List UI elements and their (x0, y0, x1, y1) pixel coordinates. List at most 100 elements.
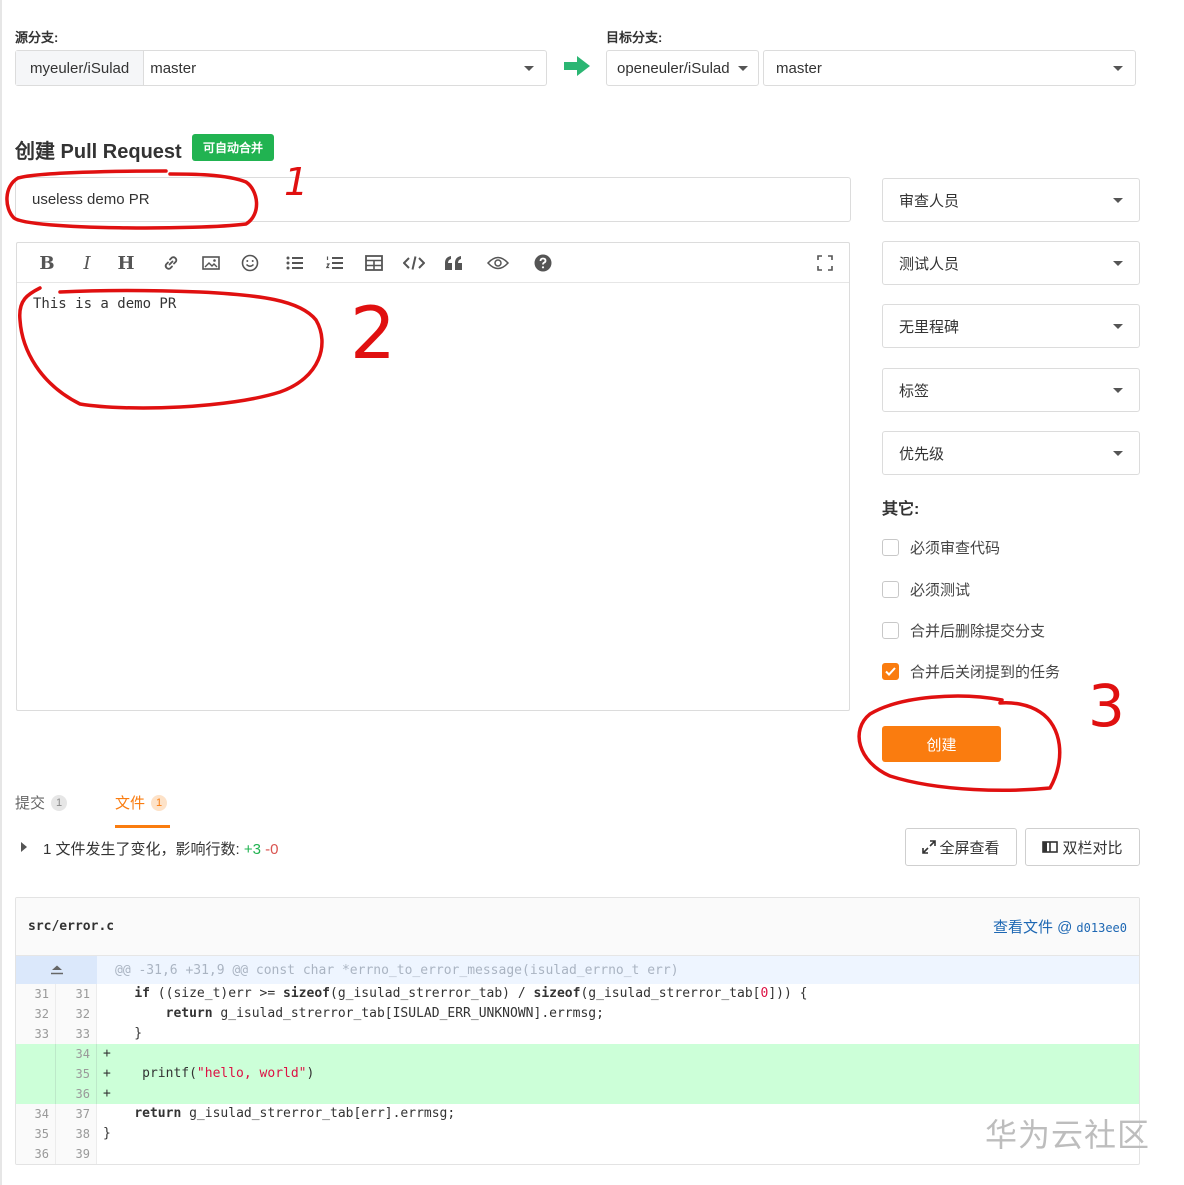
new-line-number[interactable]: 31 (56, 984, 97, 1004)
option-label: 必须审查代码 (910, 540, 1001, 557)
source-repo: myeuler/iSulad (16, 51, 145, 85)
old-line-number[interactable]: 31 (16, 984, 56, 1004)
emoji-icon[interactable] (238, 251, 262, 275)
chevron-down-icon (1113, 197, 1123, 203)
option-close-issues[interactable]: 合并后关闭提到的任务 (882, 661, 1060, 682)
option-label: 必须测试 (910, 582, 971, 599)
diff-lines: 31 31 if ((size_t)err >= sizeof(g_isulad_… (16, 984, 1139, 1164)
old-line-number[interactable] (16, 1084, 56, 1104)
annotation-number-3: 3 (1088, 672, 1125, 740)
check-icon (885, 667, 896, 676)
help-icon[interactable] (531, 251, 555, 275)
active-tab-indicator (115, 825, 170, 828)
diff-row-added: 34 + (16, 1044, 1139, 1064)
heading-icon[interactable]: H (114, 251, 138, 275)
chevron-down-icon (738, 65, 748, 71)
old-line-number[interactable]: 34 (16, 1104, 56, 1124)
pr-title-input[interactable]: useless demo PR (15, 177, 851, 222)
code-icon[interactable] (402, 251, 426, 275)
checkbox[interactable] (882, 581, 899, 598)
old-line-number[interactable]: 35 (16, 1124, 56, 1144)
target-branch-select[interactable]: master (763, 50, 1136, 86)
diff-header: src/error.c 查看文件 @ d013ee0 (16, 898, 1139, 956)
code-line: if ((size_t)err >= sizeof(g_isulad_strer… (134, 986, 808, 1001)
reviewers-select[interactable]: 审查人员 (882, 178, 1140, 222)
chevron-down-icon (524, 65, 534, 71)
diff-row-added: 36 + (16, 1084, 1139, 1104)
italic-icon[interactable]: I (75, 251, 99, 275)
testers-select[interactable]: 测试人员 (882, 241, 1140, 285)
chevron-down-icon (1113, 323, 1123, 329)
target-repo-select[interactable]: openeuler/iSulad (606, 50, 759, 86)
quote-icon[interactable] (442, 251, 466, 275)
new-line-number[interactable]: 37 (56, 1104, 97, 1124)
tab-count: 1 (51, 794, 68, 811)
bold-icon[interactable]: B (35, 251, 59, 275)
target-repo: openeuler/iSulad (617, 59, 730, 77)
new-line-number[interactable]: 34 (56, 1044, 97, 1064)
new-line-number[interactable]: 33 (56, 1024, 97, 1044)
button-label: 双栏对比 (1062, 839, 1123, 857)
summary-text: 1 文件发生了变化，影响行数: (43, 841, 240, 858)
old-line-number[interactable]: 33 (16, 1024, 56, 1044)
code-line: } (103, 1026, 143, 1041)
view-file-link[interactable]: 查看文件 @ d013ee0 (993, 916, 1127, 937)
pr-body-text: This is a demo PR (33, 296, 177, 312)
new-line-number[interactable]: 32 (56, 1004, 97, 1024)
source-branch-label: 源分支: (15, 30, 59, 45)
priority-select[interactable]: 优先级 (882, 431, 1140, 475)
diff-row-added: 35 + printf("hello, world") (16, 1064, 1139, 1084)
checkbox[interactable] (882, 539, 899, 556)
tab-files[interactable]: 文件 1 (115, 792, 168, 813)
option-delete-branch[interactable]: 合并后删除提交分支 (882, 620, 1045, 641)
new-line-number[interactable]: 35 (56, 1064, 97, 1084)
code-line: return g_isulad_strerror_tab[ISULAD_ERR_… (165, 1006, 604, 1021)
watermark: 华为云社区 (985, 1117, 1151, 1153)
new-line-number[interactable]: 36 (56, 1084, 97, 1104)
option-label: 合并后删除提交分支 (910, 623, 1046, 640)
fullscreen-view-button[interactable]: 全屏查看 (905, 828, 1017, 866)
other-options-heading: 其它: (882, 501, 920, 518)
old-line-number[interactable]: 32 (16, 1004, 56, 1024)
create-button[interactable]: 创建 (882, 726, 1001, 762)
option-label: 合并后关闭提到的任务 (910, 664, 1061, 681)
option-require-review[interactable]: 必须审查代码 (882, 537, 1000, 558)
image-icon[interactable] (199, 251, 223, 275)
caret-right-icon[interactable] (21, 842, 27, 852)
diff-row: 34 37 return g_isulad_strerror_tab[err].e… (16, 1104, 1139, 1124)
new-line-number[interactable]: 39 (56, 1144, 97, 1164)
ordered-list-icon[interactable] (323, 251, 347, 275)
link-icon[interactable] (159, 251, 183, 275)
lines-removed: -0 (265, 841, 279, 858)
preview-icon[interactable] (486, 251, 510, 275)
lines-added: +3 (243, 841, 261, 858)
old-line-number[interactable] (16, 1044, 56, 1064)
left-border (0, 0, 2, 1185)
tab-commits[interactable]: 提交 1 (15, 792, 68, 813)
old-line-number[interactable] (16, 1064, 56, 1084)
new-line-number[interactable]: 38 (56, 1124, 97, 1144)
checkbox-checked[interactable] (882, 663, 899, 680)
split-view-button[interactable]: 双栏对比 (1025, 828, 1140, 866)
bullet-list-icon[interactable] (283, 251, 307, 275)
expand-up-icon[interactable] (16, 956, 97, 984)
fullscreen-icon[interactable] (813, 251, 837, 275)
diff-file-name[interactable]: src/error.c (28, 919, 114, 934)
diff-row: 35 38} (16, 1124, 1139, 1144)
chevron-down-icon (1113, 65, 1123, 71)
diff-hunk-header: @@ -31,6 +31,9 @@ const char *errno_to_e… (16, 956, 1139, 984)
source-branch-select[interactable]: myeuler/iSulad master (15, 50, 547, 86)
reviewers-label: 审查人员 (899, 192, 960, 210)
source-branch-value: master (150, 59, 197, 77)
diff-row: 32 32 return g_isulad_strerror_tab[ISULAD… (16, 1004, 1139, 1024)
code-line: + printf("hello, world") (103, 1066, 315, 1081)
old-line-number[interactable]: 36 (16, 1144, 56, 1164)
labels-select[interactable]: 标签 (882, 368, 1140, 412)
code-line: + (103, 1086, 111, 1101)
checkbox[interactable] (882, 622, 899, 639)
diff-row: 36 39 (16, 1144, 1139, 1164)
milestone-select[interactable]: 无里程碑 (882, 304, 1140, 348)
table-icon[interactable] (362, 251, 386, 275)
option-require-test[interactable]: 必须测试 (882, 579, 970, 600)
pr-body-editor[interactable]: B I H This is a demo PR (16, 242, 850, 711)
